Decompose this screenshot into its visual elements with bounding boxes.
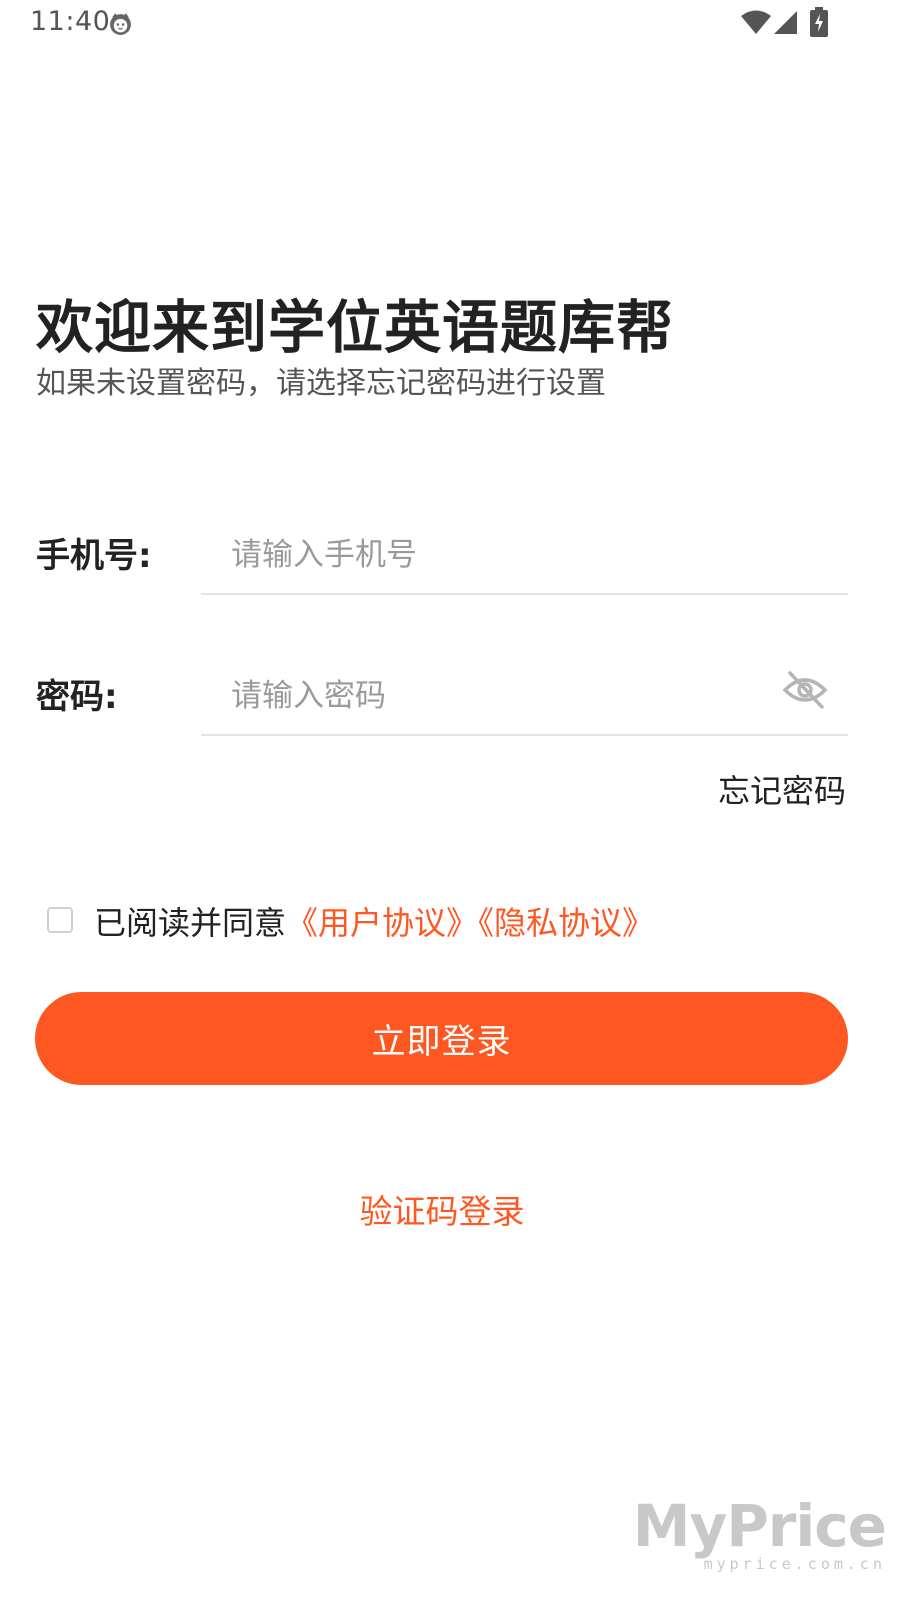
phone-label: 手机号: <box>36 536 152 576</box>
agreement-row: 已阅读并同意《用户协议》《隐私协议》 <box>94 898 654 944</box>
password-label: 密码: <box>36 677 118 717</box>
privacy-agreement-link[interactable]: 《隐私协议》 <box>478 904 654 942</box>
status-time: 11:40 <box>30 6 111 37</box>
user-agreement-link[interactable]: 《用户协议》 <box>286 904 478 942</box>
eye-off-icon[interactable] <box>782 670 828 710</box>
phone-input[interactable] <box>201 517 848 595</box>
code-login-label[interactable]: 验证码登录 <box>360 1192 525 1231</box>
login-button[interactable]: 立即登录 <box>35 992 848 1085</box>
status-bar: 11:40 <box>0 0 900 48</box>
password-input[interactable] <box>201 658 848 736</box>
battery-charging-icon <box>810 7 828 37</box>
watermark: MyPrice myprice.com.cn <box>632 1492 887 1572</box>
cat-face-icon <box>110 13 131 35</box>
code-login-link: 验证码登录 <box>0 1185 884 1233</box>
page-subtitle: 如果未设置密码，请选择忘记密码进行设置 <box>36 366 606 401</box>
page-title: 欢迎来到学位英语题库帮 <box>36 295 674 361</box>
cell-signal-icon <box>774 11 797 34</box>
agreement-text: 已阅读并同意 <box>94 904 287 942</box>
forgot-password-link[interactable]: 忘记密码 <box>718 766 846 812</box>
watermark-logo: MyPrice <box>632 1492 887 1560</box>
wifi-icon <box>741 10 771 34</box>
agreement-checkbox[interactable] <box>47 907 73 933</box>
